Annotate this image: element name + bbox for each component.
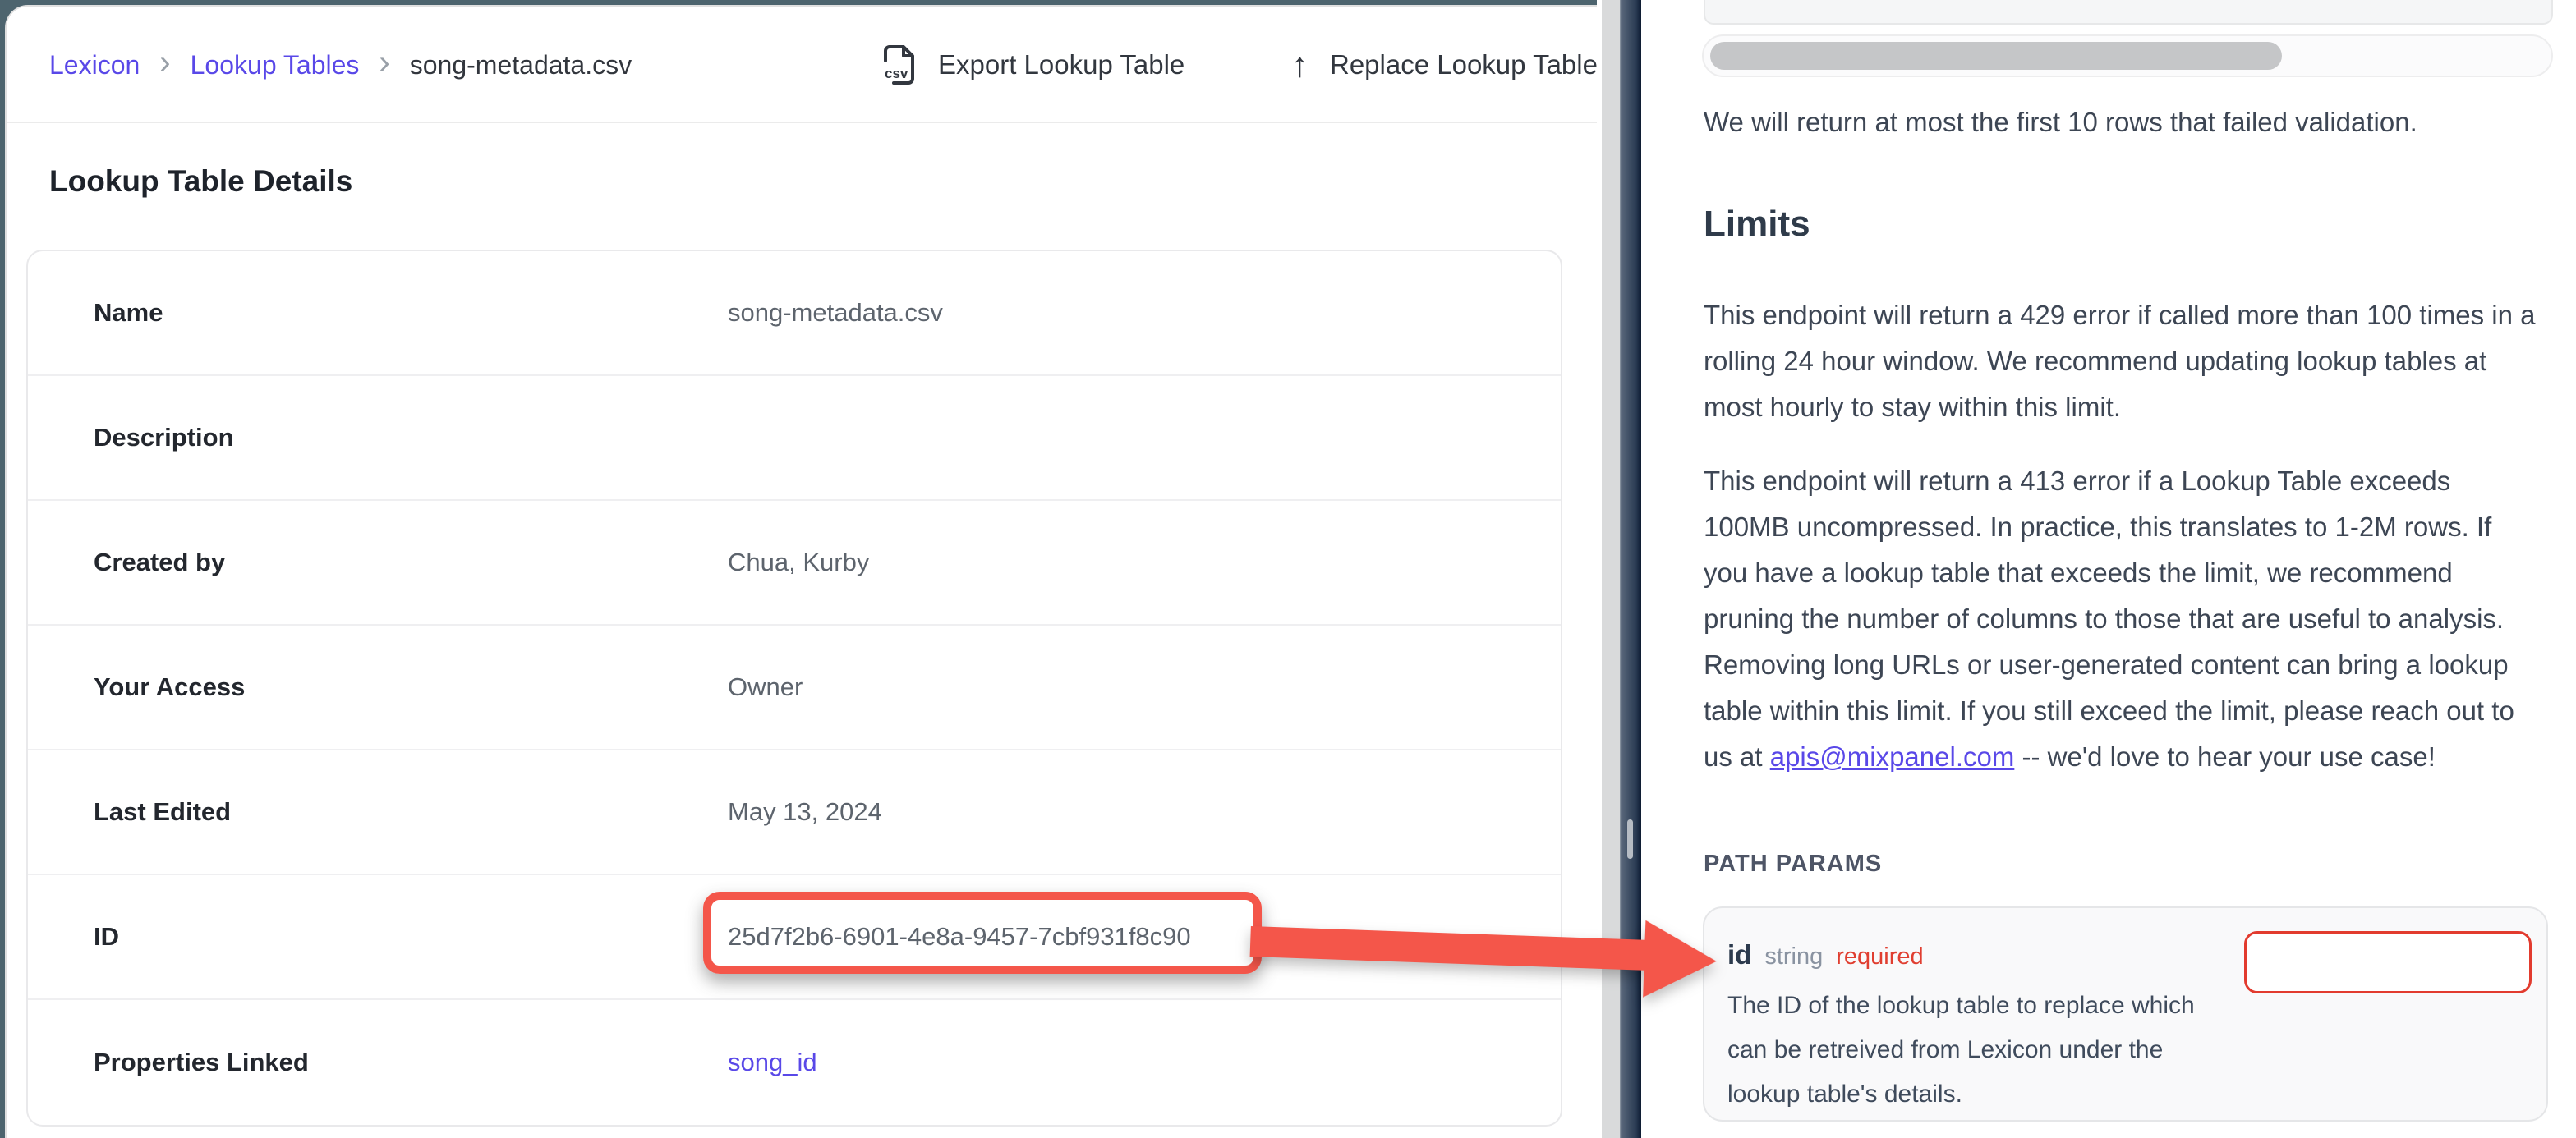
detail-row-name: Name song-metadata.csv bbox=[28, 251, 1561, 376]
csv-file-icon: csv bbox=[882, 44, 917, 85]
detail-value: Owner bbox=[728, 626, 803, 749]
upload-arrow-icon: ↑ bbox=[1291, 45, 1309, 85]
detail-value: Chua, Kurby bbox=[728, 501, 869, 624]
panel-header: Lexicon › Lookup Tables › song-metadata.… bbox=[7, 7, 1597, 123]
breadcrumb-lookup-tables[interactable]: Lookup Tables bbox=[191, 50, 360, 80]
path-params-label: PATH PARAMS bbox=[1704, 851, 1882, 878]
limits-paragraph-429: This endpoint will return a 429 error if… bbox=[1704, 292, 2537, 430]
breadcrumb-current: song-metadata.csv bbox=[410, 50, 632, 80]
lookup-table-id-value: 25d7f2b6-6901-4e8a-9457-7cbf931f8c90 bbox=[728, 875, 1191, 998]
detail-row-your-access: Your Access Owner bbox=[28, 626, 1561, 750]
detail-row-last-edited: Last Edited May 13, 2024 bbox=[28, 750, 1561, 875]
breadcrumb-lexicon[interactable]: Lexicon bbox=[49, 50, 140, 80]
param-name: id bbox=[1727, 939, 1751, 971]
lookup-table-details-card: Name song-metadata.csv Description Creat… bbox=[26, 250, 1562, 1127]
chevron-right-icon: › bbox=[159, 46, 170, 79]
detail-label: Last Edited bbox=[94, 750, 231, 874]
apis-email-link[interactable]: apis@mixpanel.com bbox=[1770, 741, 2015, 772]
limits-paragraph-413-tail: -- we'd love to hear your use case! bbox=[2014, 741, 2436, 772]
chevron-right-icon: › bbox=[379, 46, 389, 79]
limits-paragraph-413-text: This endpoint will return a 413 error if… bbox=[1704, 466, 2514, 772]
id-param-input[interactable] bbox=[2244, 931, 2532, 993]
replace-lookup-table-button[interactable]: ↑ Replace Lookup Table bbox=[1291, 7, 1597, 123]
limits-paragraph-413: This endpoint will return a 413 error if… bbox=[1704, 458, 2537, 780]
lookup-table-panel-surface: Lexicon › Lookup Tables › song-metadata.… bbox=[5, 5, 1597, 1138]
left-panel-scrollbar-track[interactable] bbox=[1602, 0, 1620, 1138]
horizontal-scrollbar-track[interactable] bbox=[1702, 34, 2553, 77]
param-type: string bbox=[1764, 943, 1823, 971]
param-header: id string required bbox=[1727, 939, 1924, 971]
detail-value: song-metadata.csv bbox=[728, 251, 943, 374]
panel-resize-divider[interactable] bbox=[1620, 0, 1641, 1138]
id-param-card: id string required The ID of the lookup … bbox=[1703, 906, 2548, 1122]
replace-button-label: Replace Lookup Table bbox=[1330, 49, 1597, 80]
detail-row-description: Description bbox=[28, 376, 1561, 501]
divider-grip-handle[interactable] bbox=[1627, 819, 1633, 859]
lookup-table-panel: Lexicon › Lookup Tables › song-metadata.… bbox=[0, 0, 1597, 1138]
svg-text:csv: csv bbox=[885, 66, 908, 81]
detail-label: Description bbox=[94, 376, 234, 499]
detail-label: ID bbox=[94, 875, 119, 998]
code-block-bottom-edge bbox=[1704, 0, 2553, 25]
detail-label: Properties Linked bbox=[94, 1000, 309, 1125]
page: Lexicon › Lookup Tables › song-metadata.… bbox=[0, 0, 2576, 1138]
param-description: The ID of the lookup table to replace wh… bbox=[1727, 984, 2220, 1117]
export-lookup-table-button[interactable]: csv Export Lookup Table bbox=[882, 7, 1184, 123]
detail-value: May 13, 2024 bbox=[728, 750, 882, 874]
param-required-badge: required bbox=[1836, 943, 1923, 971]
detail-label: Created by bbox=[94, 501, 225, 624]
detail-label: Your Access bbox=[94, 626, 245, 749]
limits-heading: Limits bbox=[1704, 204, 1810, 245]
page-title: Lookup Table Details bbox=[49, 164, 352, 199]
breadcrumb: Lexicon › Lookup Tables › song-metadata.… bbox=[49, 7, 632, 123]
detail-label: Name bbox=[94, 251, 163, 374]
detail-row-id: ID 25d7f2b6-6901-4e8a-9457-7cbf931f8c90 bbox=[28, 875, 1561, 1000]
linked-property-link[interactable]: song_id bbox=[728, 1000, 817, 1125]
export-button-label: Export Lookup Table bbox=[938, 49, 1184, 80]
horizontal-scrollbar-thumb[interactable] bbox=[1710, 42, 2282, 70]
detail-row-properties-linked: Properties Linked song_id bbox=[28, 1000, 1561, 1125]
detail-row-created-by: Created by Chua, Kurby bbox=[28, 501, 1561, 626]
docs-intro-text: We will return at most the first 10 rows… bbox=[1704, 107, 2417, 138]
docs-panel: We will return at most the first 10 rows… bbox=[1641, 0, 2576, 1138]
